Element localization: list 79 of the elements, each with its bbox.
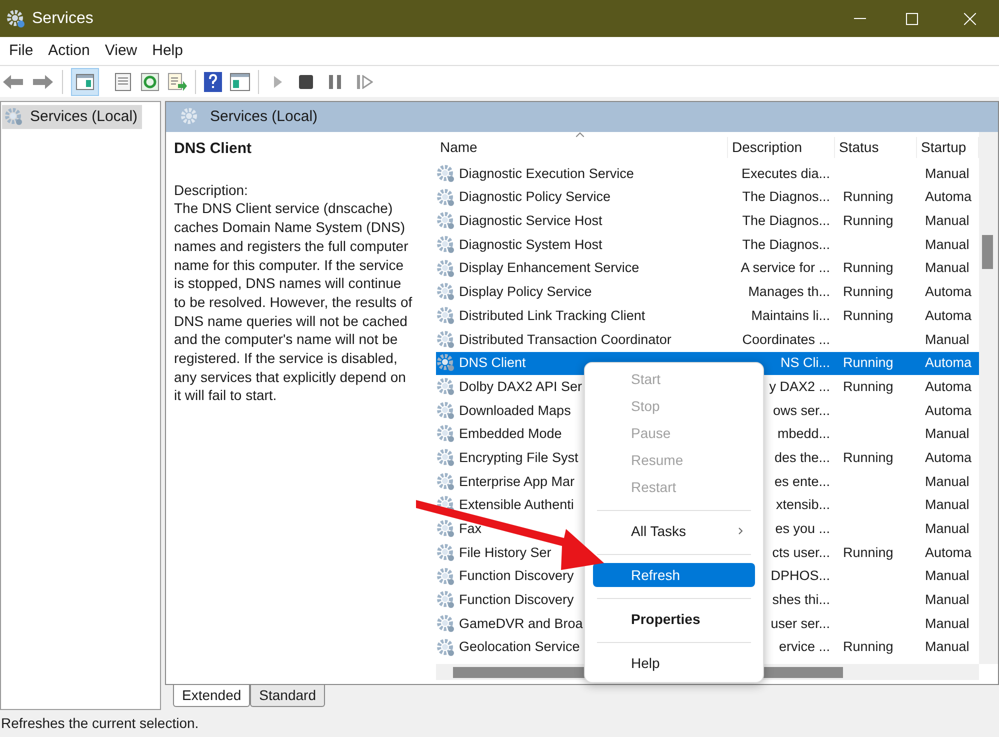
description-label: Description: <box>174 180 249 200</box>
table-cell-text: Running <box>843 188 894 206</box>
service-title: DNS Client <box>174 140 253 159</box>
table-cell-text: y DAX2 ... <box>769 378 830 396</box>
table-cell-text: Automa <box>925 402 972 420</box>
table-cell-text: Executes dia... <box>741 164 830 183</box>
table-cell-text: mbedd... <box>777 425 830 444</box>
table-cell-text: Enterprise App Mar <box>459 472 575 491</box>
table-cell-text: Running <box>843 283 894 302</box>
table-cell-text: Extensible Authenti <box>459 496 574 514</box>
table-cell-text: Function Discovery <box>459 567 574 586</box>
table-cell-text: Manual <box>925 212 970 230</box>
table-cell-text: Running <box>843 212 894 230</box>
table-cell-text: Diagnostic Policy Service <box>459 188 611 206</box>
table-cell-text: ows ser... <box>772 402 830 420</box>
table-cell-text: Automa <box>925 283 972 302</box>
table-cell-text: Maintains li... <box>751 306 830 325</box>
table-cell-text: user ser... <box>770 614 830 633</box>
table-cell-text: Distributed Link Tracking Client <box>459 306 646 325</box>
table-cell-text: Manual <box>925 520 970 538</box>
table-cell-text: Running <box>843 448 894 467</box>
table-cell-text: Function Discovery <box>459 591 574 610</box>
table-cell-text: Manages th... <box>748 283 830 302</box>
table-cell-text: es you ... <box>775 520 830 538</box>
table-cell-text: Manual <box>925 236 970 254</box>
table-cell-text: Geolocation Service <box>459 638 580 656</box>
table-cell-text: Display Policy Service <box>459 283 592 302</box>
table-cell-text: GameDVR and Broa <box>459 614 583 633</box>
table-cell-text: Manual <box>925 614 970 633</box>
table-cell-text: ervice ... <box>778 638 830 656</box>
table-cell-text: File History Ser <box>459 544 552 562</box>
table-cell-text: Running <box>843 306 894 325</box>
table-cell-text: A service for ... <box>740 259 830 278</box>
table-cell-text: Diagnostic System Host <box>459 236 602 254</box>
table-cell-text: Encrypting File Syst <box>459 448 578 467</box>
table-cell-text: Manual <box>925 164 970 183</box>
table-cell-text: The Diagnos... <box>742 212 830 230</box>
table-cell-text: Running <box>843 259 894 278</box>
table-cell-text: Running <box>843 638 894 656</box>
table-cell-text: shes thi... <box>772 591 830 610</box>
table-cell-text: Manual <box>925 496 970 514</box>
table-cell-text: Manual <box>925 472 970 491</box>
status-text: Refreshes the current selection. <box>1 714 199 733</box>
table-cell-text: Diagnostic Service Host <box>459 212 602 230</box>
table-cell-text: The Diagnos... <box>742 188 830 206</box>
table-cell-text: Display Enhancement Service <box>459 259 640 278</box>
table-cell-text: des the... <box>774 448 830 467</box>
table-cell-text: Distributed Transaction Coordinator <box>459 330 672 349</box>
table-cell-text: Manual <box>925 638 970 656</box>
table-cell-text: Running <box>843 544 894 562</box>
panel-title: Services (Local) <box>210 106 318 127</box>
table-cell-text: Diagnostic Execution Service <box>459 164 634 183</box>
table-cell-text: Automa <box>925 378 972 396</box>
table-cell-text: Fax <box>459 520 482 538</box>
table-cell-text: Running <box>843 378 894 396</box>
table-cell-text: Automa <box>925 188 972 206</box>
table-cell-text: Automa <box>925 354 972 372</box>
table-cell-text: Running <box>843 354 894 372</box>
description-text: The DNS Client service (dnscache) caches Domain Name System (DNS) names and registers the full computer name for this computer. If the service is stopped, DNS names will continue to be resolved. However, the results of DNS name queries will not be cached and the computer's name will not be registered. If the service is disabled, any services that explicitly depend on it will fail to start. <box>174 199 414 406</box>
table-cell-text: Manual <box>925 425 970 444</box>
table-cell-text: es ente... <box>774 472 830 491</box>
table-cell-text: Coordinates ... <box>742 330 830 349</box>
table-cell-text: NS Cli... <box>780 354 830 372</box>
table-cell-text: Manual <box>925 567 970 586</box>
table-cell-text: Downloaded Maps <box>459 402 571 420</box>
table-cell-text: Manual <box>925 591 970 610</box>
table-cell-text: Manual <box>925 259 970 278</box>
table-cell-text: Automa <box>925 448 972 467</box>
table-cell-text: The Diagnos... <box>742 236 830 254</box>
table-cell-text: Automa <box>925 306 972 325</box>
table-cell-text: DPHOS... <box>770 567 830 586</box>
window-title: Services <box>32 8 94 28</box>
table-cell-text: DNS Client <box>459 354 526 372</box>
table-cell-text: Manual <box>925 330 970 349</box>
table-cell-text: Dolby DAX2 API Ser <box>459 378 582 396</box>
table-cell-text: Automa <box>925 544 972 562</box>
table-cell-text: cts user... <box>772 544 830 562</box>
table-cell-text: xtensib... <box>776 496 830 514</box>
table-cell-text: Embedded Mode <box>459 425 562 444</box>
